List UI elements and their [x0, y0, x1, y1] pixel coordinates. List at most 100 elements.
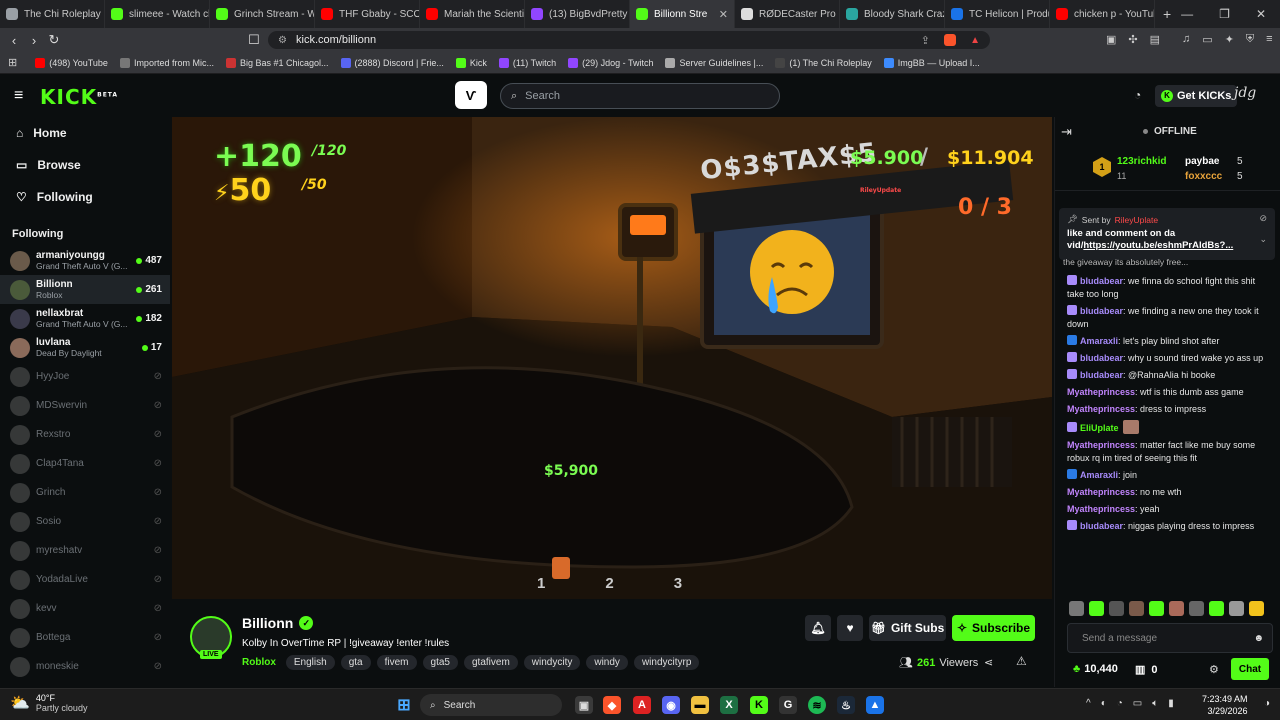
stream-tag[interactable]: windycity: [523, 655, 581, 670]
chat-username[interactable]: Myatheprincess: [1067, 440, 1135, 450]
emote-icon[interactable]: [1149, 601, 1164, 616]
vpn-icon[interactable]: ⛨: [1246, 33, 1254, 46]
browser-tab[interactable]: THF Gbaby - SCOO: [315, 0, 420, 28]
browser-tab[interactable]: Grinch Stream - Wa: [210, 0, 315, 28]
taskbar-search[interactable]: ⌕ Search: [420, 694, 562, 716]
reload-icon[interactable]: ↻: [44, 32, 64, 48]
discord-taskbar-icon[interactable]: ◉: [662, 696, 680, 714]
maximize-icon[interactable]: ❐: [1219, 7, 1230, 21]
user-avatar[interactable]: jdg: [1234, 85, 1256, 101]
unpin-icon[interactable]: ⊘: [1259, 213, 1267, 224]
stream-tag[interactable]: fivem: [376, 655, 417, 670]
chat-username[interactable]: bludabear: [1080, 276, 1123, 286]
browser-tab[interactable]: Billionn Stre ✕: [630, 0, 735, 28]
chat-settings-icon[interactable]: ⚙: [1209, 663, 1219, 676]
browser-tab[interactable]: chicken p - YouTub: [1050, 0, 1155, 28]
stream-category[interactable]: Roblox: [242, 657, 276, 668]
bookmark-item[interactable]: Server Guidelines |...: [665, 57, 763, 68]
leo-icon[interactable]: ✦: [1225, 33, 1234, 46]
volume-icon[interactable]: 🔈︎: [1152, 698, 1158, 709]
theater-mode-icon[interactable]: Ѵ: [455, 81, 487, 109]
file-explorer-icon[interactable]: ▬: [691, 696, 709, 714]
chat-username[interactable]: bludabear: [1080, 521, 1123, 531]
sidebar-icon[interactable]: ▤: [1150, 33, 1160, 46]
weather-widget[interactable]: ⛅ 40°F Partly cloudy: [10, 693, 87, 713]
browser-tab[interactable]: Mariah the Scientis: [420, 0, 525, 28]
spotify-taskbar-icon[interactable]: ≋: [808, 696, 826, 714]
notify-bell-button[interactable]: 🔔︎: [805, 615, 831, 641]
kicks-balance[interactable]: ▥ 0: [1135, 663, 1158, 677]
excel-taskbar-icon[interactable]: X: [720, 696, 738, 714]
chat-username[interactable]: Myatheprincess: [1067, 387, 1135, 397]
clock[interactable]: 7:23:49 AM 3/29/2026: [1202, 693, 1248, 717]
emote-icon[interactable]: [1209, 601, 1224, 616]
following-channel-offline[interactable]: Bottega ⊘: [0, 623, 170, 652]
hamburger-menu-icon[interactable]: ≡: [14, 87, 23, 105]
site-info-icon[interactable]: ⚙: [278, 35, 287, 46]
task-view-icon[interactable]: ▣: [575, 696, 593, 714]
follow-button[interactable]: ♥: [837, 615, 863, 641]
pinned-link[interactable]: https://youtu.be/eshmPrAldBs?...: [1083, 240, 1233, 251]
hotbar-slot-1[interactable]: 1: [537, 575, 545, 592]
emote-icon[interactable]: [1089, 601, 1104, 616]
chat-username[interactable]: Myatheprincess: [1067, 504, 1135, 514]
browser-tab[interactable]: RØDECaster Pro | R: [735, 0, 840, 28]
tray-app-icon[interactable]: ◐: [1101, 698, 1107, 709]
browser-tab[interactable]: (13) BigBvdPretty: [525, 0, 630, 28]
emoji-icon[interactable]: ☻: [1253, 633, 1264, 644]
url-field[interactable]: ⚙ kick.com/billionn ⇪ ▲: [268, 31, 990, 49]
channel-points[interactable]: ♣ 10,440: [1073, 663, 1118, 675]
chat-username[interactable]: Amaraxli: [1080, 470, 1118, 480]
forward-icon[interactable]: ›: [24, 33, 44, 48]
emote-icon[interactable]: [1109, 601, 1124, 616]
steam-taskbar-icon[interactable]: ♨: [837, 696, 855, 714]
stream-tag[interactable]: gtafivem: [463, 655, 518, 670]
tray-alert-icon[interactable]: ◔: [1117, 698, 1123, 709]
music-icon[interactable]: ♫: [1182, 33, 1190, 46]
menu-icon[interactable]: ≡: [1266, 33, 1272, 46]
bookmark-item[interactable]: Kick: [455, 57, 487, 68]
search-input[interactable]: ⌕ Search: [500, 83, 780, 109]
chat-username[interactable]: Amaraxli: [1080, 336, 1118, 346]
puzzle-icon[interactable]: ✣: [1128, 33, 1137, 46]
gift-subs-button[interactable]: 🎁︎ Gift Subs: [869, 615, 946, 641]
brave-taskbar-icon[interactable]: ◆: [603, 696, 621, 714]
network-icon[interactable]: ▭: [1133, 698, 1142, 709]
collapse-chat-icon[interactable]: ⇥: [1061, 124, 1072, 140]
wallet-icon[interactable]: ▭: [1202, 33, 1212, 46]
emote-icon[interactable]: [1169, 601, 1184, 616]
chat-username[interactable]: Myatheprincess: [1067, 404, 1135, 414]
subscribe-button[interactable]: ✧ Subscribe: [952, 615, 1035, 641]
adobe-taskbar-icon[interactable]: A: [633, 696, 651, 714]
following-channel-offline[interactable]: myreshatv ⊘: [0, 536, 170, 565]
streamer-name[interactable]: Billionn: [242, 615, 293, 631]
new-tab-button[interactable]: +: [1155, 6, 1179, 22]
brave-rewards-icon[interactable]: ▲: [970, 35, 980, 46]
nav-browse[interactable]: ▭ Browse: [0, 149, 170, 181]
browser-tab[interactable]: slimeee - Watch clip: [105, 0, 210, 28]
bookmark-item[interactable]: (498) YouTube: [35, 57, 108, 68]
tray-chevron-icon[interactable]: ^: [1086, 698, 1091, 709]
photos-taskbar-icon[interactable]: ▲: [866, 696, 884, 714]
browser-tab[interactable]: TC Helicon | Produc: [945, 0, 1050, 28]
bookmark-item[interactable]: ImgBB — Upload I...: [883, 57, 980, 68]
chat-username[interactable]: bludabear: [1080, 370, 1123, 380]
notification-bell-icon[interactable]: ◑: [1264, 698, 1270, 709]
following-channel-offline[interactable]: moneskie ⊘: [0, 652, 170, 681]
close-icon[interactable]: ✕: [1256, 7, 1266, 21]
apps-icon[interactable]: ⊞: [8, 56, 17, 69]
minimize-icon[interactable]: —: [1181, 7, 1193, 21]
close-tab-icon[interactable]: ✕: [719, 8, 728, 21]
following-channel-offline[interactable]: kevv ⊘: [0, 594, 170, 623]
following-channel-offline[interactable]: Sosio ⊘: [0, 507, 170, 536]
notifications-icon[interactable]: ◔: [1134, 88, 1141, 102]
bookmark-item[interactable]: (2888) Discord | Frie...: [340, 57, 444, 68]
following-channel-offline[interactable]: HyyJoe ⊘: [0, 362, 170, 391]
chat-username[interactable]: Myatheprincess: [1067, 487, 1135, 497]
following-channel-live[interactable]: Billionn Roblox 261: [0, 275, 170, 304]
browser-tab[interactable]: Bloody Shark Crazy: [840, 0, 945, 28]
video-player[interactable]: +120 /120 ⚡50 /50 O$3$TAX$5 $5.900 / $11…: [172, 117, 1052, 599]
bookmark-item[interactable]: (11) Twitch: [498, 57, 556, 68]
emote-icon[interactable]: [1229, 601, 1244, 616]
emote-icon[interactable]: [1129, 601, 1144, 616]
